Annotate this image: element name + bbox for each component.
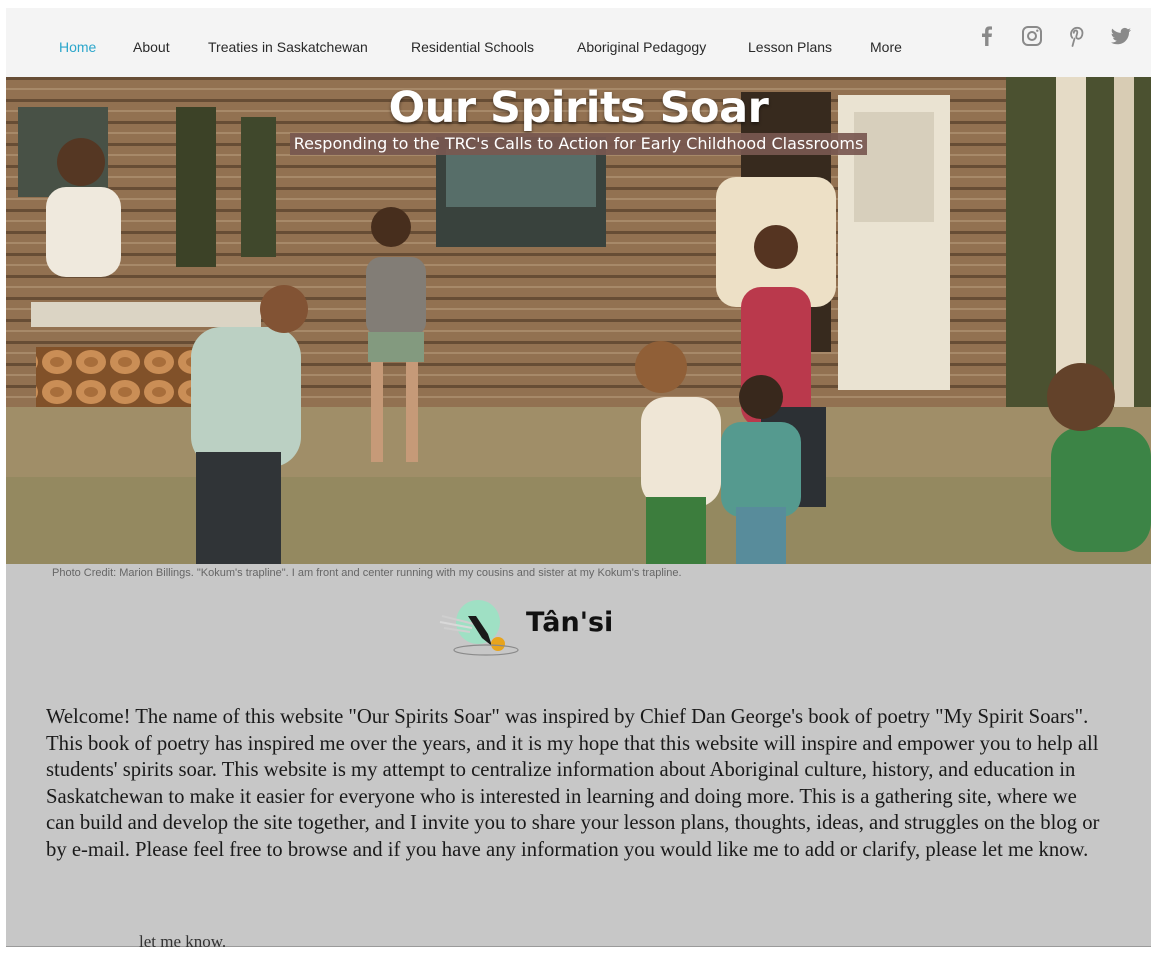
nav-home[interactable]: Home: [59, 39, 96, 55]
photo-caption: Photo Credit: Marion Billings. "Kokum's …: [52, 567, 682, 579]
top-nav: Home About Treaties in Saskatchewan Resi…: [6, 8, 1151, 77]
facebook-icon[interactable]: [975, 24, 999, 48]
nav-more[interactable]: More: [870, 39, 902, 55]
greeting-section: Tân'si: [434, 594, 674, 666]
nav-aboriginal-pedagogy[interactable]: Aboriginal Pedagogy: [577, 39, 706, 55]
hero-banner: Our Spirits Soar Responding to the TRC's…: [6, 77, 1151, 564]
welcome-paragraph: Welcome! The name of this website "Our S…: [46, 706, 1100, 861]
pinterest-icon[interactable]: [1064, 24, 1088, 48]
nav-treaties[interactable]: Treaties in Saskatchewan: [208, 39, 368, 55]
site-subtitle: Responding to the TRC's Calls to Action …: [289, 133, 868, 155]
nav-about[interactable]: About: [133, 39, 170, 55]
nav-lesson-plans[interactable]: Lesson Plans: [748, 39, 832, 55]
instagram-icon[interactable]: [1020, 24, 1044, 48]
twitter-icon[interactable]: [1109, 24, 1133, 48]
page-frame: Home About Treaties in Saskatchewan Resi…: [6, 8, 1151, 956]
bird-logo-icon: [439, 600, 519, 656]
overflow-text: let me know.: [139, 932, 227, 951]
nav-residential-schools[interactable]: Residential Schools: [411, 39, 534, 55]
greeting-heading: Tân'si: [526, 607, 614, 638]
site-title: Our Spirits Soar: [388, 83, 769, 133]
